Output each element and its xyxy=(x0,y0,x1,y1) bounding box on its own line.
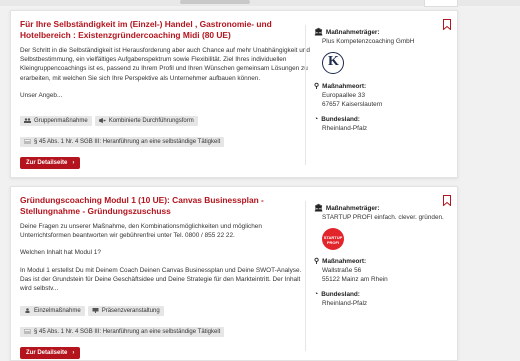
top-scroll-strip xyxy=(0,0,520,7)
presentation-icon xyxy=(92,308,99,314)
provider-logo: K xyxy=(322,52,344,74)
info-panel: 🏛 Maßnahmeträger: STARTUP PROFI einfach. … xyxy=(314,204,452,308)
provider-name: Plus Kompetenzcoaching GmbH xyxy=(322,38,415,45)
megaphone-icon xyxy=(98,117,106,123)
tag-group: Gruppenmaßnahme xyxy=(20,116,92,127)
street: Wallstraße 56 xyxy=(322,267,362,274)
map-pin-icon: ⚲ xyxy=(314,258,320,265)
card-question: Welchen Inhalt hat Modul 1? xyxy=(20,249,101,257)
tag-label: Einzelmaßnahme xyxy=(34,308,81,315)
details-button[interactable]: Zur Detailseite › xyxy=(20,157,81,170)
card-description: Der Schritt in die Selbständigkeit ist H… xyxy=(20,47,310,82)
state-label: Bundesland: xyxy=(321,116,360,123)
result-card: Gründungscoaching Modul 1 (10 UE): Canva… xyxy=(10,186,458,361)
city: 55122 Mainz am Rhein xyxy=(322,276,388,283)
location-label: Maßnahmeort: xyxy=(322,83,367,90)
region-icon: ◔ xyxy=(314,116,319,123)
divider xyxy=(305,201,306,351)
tag-label: § 45 Abs. 1 Nr. 4 SGB III: Heranführung … xyxy=(34,139,221,146)
tag-label: Gruppenmaßnahme xyxy=(34,118,88,125)
button-label: Zur Detailseite xyxy=(26,160,68,167)
tag-format: Kombinierte Durchführungsform xyxy=(94,116,198,127)
tag-label: Präsenzveranstaltung xyxy=(101,308,160,315)
provider-label: Maßnahmeträger: xyxy=(325,29,380,36)
location-label: Maßnahmeort: xyxy=(322,258,367,265)
group-icon xyxy=(24,118,31,123)
logo-letter: K xyxy=(328,54,339,69)
state: Rheinland-Pfalz xyxy=(322,125,368,132)
tag-legal: § 45 Abs. 1 Nr. 4 SGB III: Heranführung … xyxy=(20,137,225,148)
result-card: Für Ihre Selbständigkeit im (Einzel-) Ha… xyxy=(10,10,458,178)
building-icon: 🏛 xyxy=(314,205,323,212)
state-label: Bundesland: xyxy=(321,291,360,298)
card-body: In Modul 1 erstellst Du mit Deinem Coach… xyxy=(20,266,302,293)
card-more-text: Unser Angeb... xyxy=(20,91,63,99)
tag-label: Kombinierte Durchführungsform xyxy=(108,118,194,125)
tag-legal: § 45 Abs. 1 Nr. 4 SGB III: Heranführung … xyxy=(20,327,225,338)
map-pin-icon: ⚲ xyxy=(314,83,320,90)
city: 67657 Kaiserslautern xyxy=(322,101,383,108)
person-icon xyxy=(25,308,30,314)
tag-format: Präsenzveranstaltung xyxy=(87,306,164,317)
tag-list: Gruppenmaßnahme Kombinierte Durchführung… xyxy=(20,109,310,151)
card-title[interactable]: Für Ihre Selbständigkeit im (Einzel-) Ha… xyxy=(20,19,310,41)
logo-text: STARTUP PROFI xyxy=(323,235,343,245)
street: Europaallee 33 xyxy=(322,92,365,99)
chevron-right-icon: › xyxy=(72,160,75,167)
divider xyxy=(305,25,306,165)
state: Rheinland-Pfalz xyxy=(322,300,368,307)
button-label: Zur Detailseite xyxy=(26,350,68,357)
card-icon xyxy=(24,138,31,144)
chevron-right-icon: › xyxy=(72,350,75,357)
scroll-indicator[interactable] xyxy=(180,0,250,4)
bookmark-icon[interactable] xyxy=(443,195,451,206)
card-icon xyxy=(24,329,31,335)
top-control[interactable] xyxy=(424,0,458,7)
card-description: Deine Fragen zu unserer Maßnahme, den Ko… xyxy=(20,223,262,240)
tag-label: § 45 Abs. 1 Nr. 4 SGB III: Heranführung … xyxy=(34,329,221,336)
tag-list: Einzelmaßnahme Präsenzveranstaltung § 45… xyxy=(20,299,310,341)
building-icon: 🏛 xyxy=(314,29,323,36)
region-icon: ◔ xyxy=(314,291,319,298)
info-panel: 🏛 Maßnahmeträger: Plus Kompetenzcoaching … xyxy=(314,28,452,133)
tag-single: Einzelmaßnahme xyxy=(20,306,85,317)
bookmark-icon[interactable] xyxy=(443,19,451,30)
provider-logo: STARTUP PROFI xyxy=(322,228,344,250)
provider-name: STARTUP PROFI einfach. clever. gründen. xyxy=(322,214,444,221)
card-title[interactable]: Gründungscoaching Modul 1 (10 UE): Canva… xyxy=(20,195,310,217)
details-button[interactable]: Zur Detailseite › xyxy=(20,347,81,360)
provider-label: Maßnahmeträger: xyxy=(325,205,380,212)
